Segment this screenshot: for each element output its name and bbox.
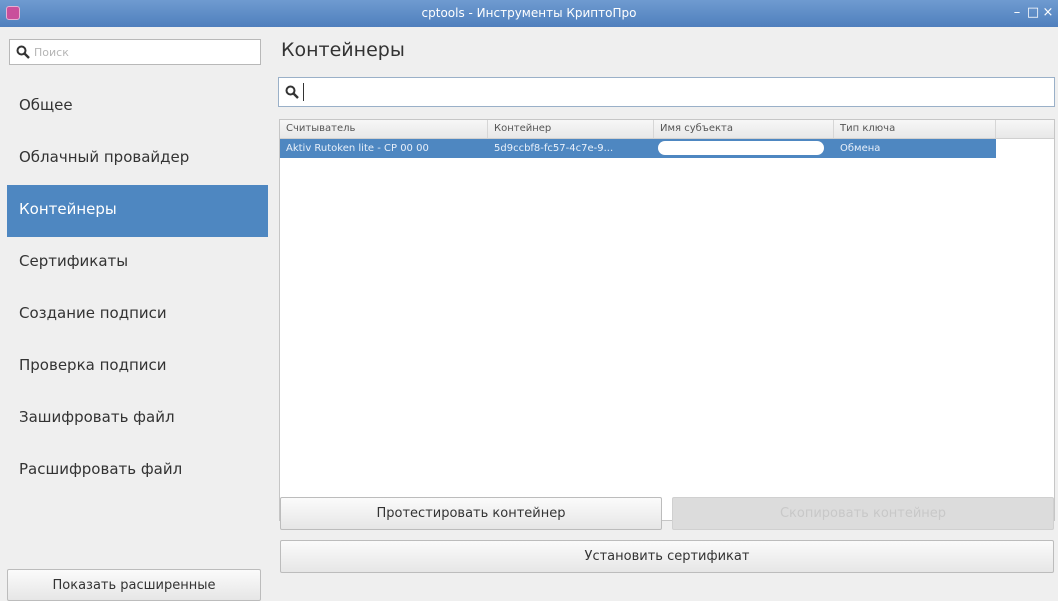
maximize-icon[interactable]: □ <box>1026 4 1040 22</box>
sidebar-item-label: Контейнеры <box>19 200 117 218</box>
containers-table: Считыватель Контейнер Имя субъекта Тип к… <box>279 119 1055 521</box>
search-icon <box>285 85 299 99</box>
sidebar-item-encrypt-file[interactable]: Зашифровать файл <box>7 393 268 445</box>
sidebar-item-label: Расшифровать файл <box>19 460 183 478</box>
show-advanced-button[interactable]: Показать расширенные <box>7 569 261 601</box>
main-panel: Контейнеры Считыватель Контейнер Имя суб… <box>278 35 1056 581</box>
container-filter[interactable] <box>278 77 1055 107</box>
sidebar-item-cloud-provider[interactable]: Облачный провайдер <box>7 133 268 185</box>
column-header-subject[interactable]: Имя субъекта <box>654 120 834 138</box>
column-header-container[interactable]: Контейнер <box>488 120 654 138</box>
sidebar-item-decrypt-file[interactable]: Расшифровать файл <box>7 445 268 497</box>
search-icon <box>16 45 30 59</box>
sidebar-search-input[interactable] <box>34 43 254 61</box>
table-row[interactable]: Aktiv Rutoken lite - CP 00 00 5d9ccbf8-f… <box>280 139 996 158</box>
sidebar-item-general[interactable]: Общее <box>7 81 268 133</box>
redaction-mark <box>658 141 824 155</box>
column-header-key-type[interactable]: Тип ключа <box>834 120 996 138</box>
window-title: cptools - Инструменты КриптоПро <box>421 6 637 20</box>
sidebar-item-verify-signature[interactable]: Проверка подписи <box>7 341 268 393</box>
container-filter-input[interactable] <box>303 83 1044 101</box>
sidebar-item-certificates[interactable]: Сертификаты <box>7 237 268 289</box>
cptools-window: cptools - Инструменты КриптоПро – □ × Об… <box>0 0 1058 601</box>
column-header-reader[interactable]: Считыватель <box>280 120 488 138</box>
sidebar-nav: Общее Облачный провайдер Контейнеры Серт… <box>7 81 268 497</box>
sidebar-item-label: Общее <box>19 96 73 114</box>
minimize-icon[interactable]: – <box>1010 4 1024 22</box>
sidebar-item-label: Проверка подписи <box>19 356 167 374</box>
title-bar[interactable]: cptools - Инструменты КриптоПро – □ × <box>0 0 1058 27</box>
cell-reader: Aktiv Rutoken lite - CP 00 00 <box>286 143 429 154</box>
sidebar-search[interactable] <box>9 39 261 65</box>
close-icon[interactable]: × <box>1041 4 1055 22</box>
sidebar-item-label: Зашифровать файл <box>19 408 175 426</box>
copy-container-button[interactable]: Скопировать контейнер <box>672 497 1054 530</box>
sidebar-item-create-signature[interactable]: Создание подписи <box>7 289 268 341</box>
cell-container: 5d9ccbf8-fc57-4c7e-9... <box>494 143 614 154</box>
sidebar: Общее Облачный провайдер Контейнеры Серт… <box>7 35 268 601</box>
install-certificate-button[interactable]: Установить сертификат <box>280 540 1054 573</box>
cell-key-type: Обмена <box>840 143 881 154</box>
sidebar-item-containers[interactable]: Контейнеры <box>7 185 268 237</box>
table-header: Считыватель Контейнер Имя субъекта Тип к… <box>280 120 1054 139</box>
page-title: Контейнеры <box>281 39 405 61</box>
test-container-button[interactable]: Протестировать контейнер <box>280 497 662 530</box>
sidebar-item-label: Создание подписи <box>19 304 167 322</box>
sidebar-item-label: Облачный провайдер <box>19 148 190 166</box>
sidebar-item-label: Сертификаты <box>19 252 129 270</box>
